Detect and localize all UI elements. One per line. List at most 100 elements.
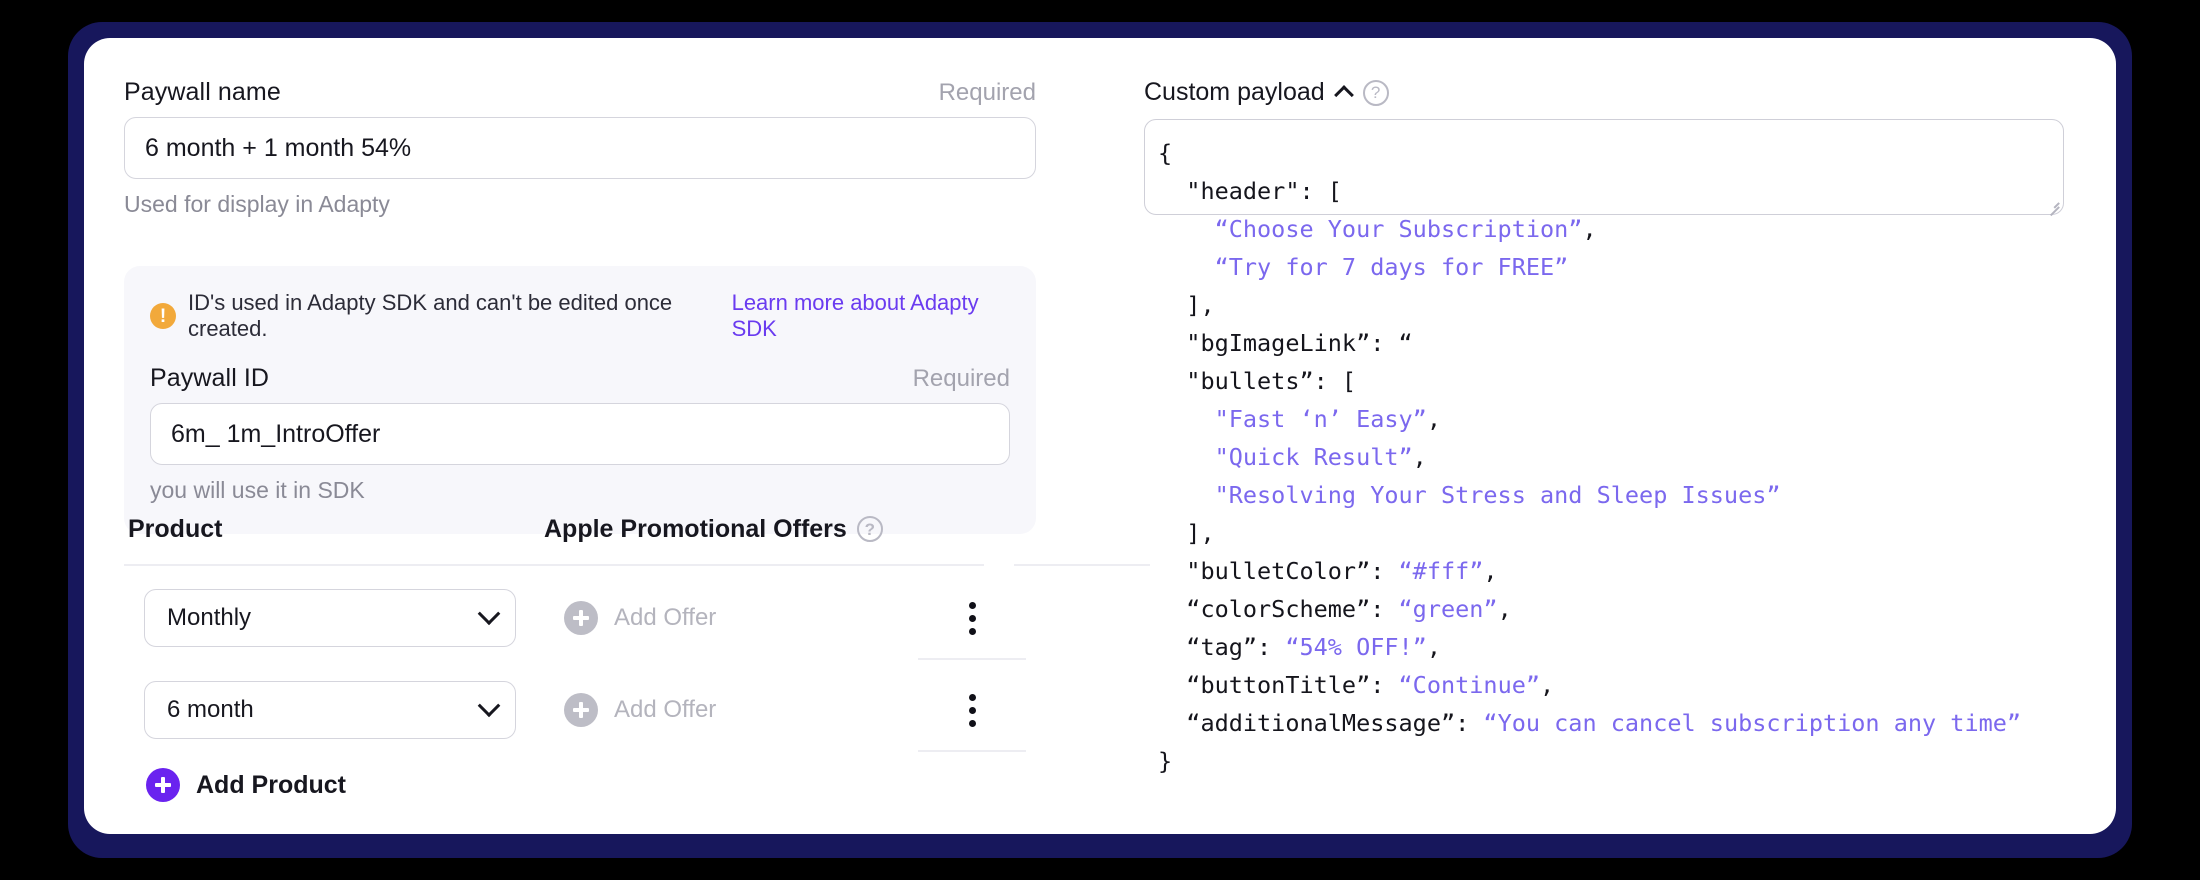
warning-icon: ! (150, 303, 176, 329)
custom-payload-header: Custom payload ? (1144, 78, 2084, 107)
code-token: } (1158, 747, 1173, 775)
products-section: Product Apple Promotional Offers ? Month… (124, 508, 1154, 802)
code-line: "bgImageLink”: “ (1158, 324, 2116, 362)
code-string: “You can cancel subscription any time” (1483, 709, 2022, 737)
code-string: "Quick Result” (1214, 443, 1413, 471)
plus-circle-brand-icon (146, 768, 180, 802)
code-token: , (1426, 405, 1441, 433)
add-offer-button-0[interactable]: Add Offer (564, 601, 904, 635)
table-row: 6 month Add Offer (124, 670, 1154, 752)
code-line: { (1158, 134, 2116, 172)
add-product-label: Add Product (196, 770, 346, 799)
paywall-id-label: Paywall ID (150, 364, 270, 392)
chevron-down-icon (477, 602, 501, 626)
code-token: , (1412, 443, 1427, 471)
code-token: “tag”: (1186, 633, 1286, 661)
add-offer-label-0: Add Offer (614, 604, 717, 631)
chevron-up-icon[interactable] (1333, 84, 1354, 105)
code-line: ], (1158, 514, 2116, 552)
question-circle-icon[interactable]: ? (1362, 79, 1389, 106)
code-line: “buttonTitle”: “Continue”, (1158, 666, 2116, 704)
code-line: "Resolving Your Stress and Sleep Issues” (1158, 476, 2116, 514)
paywall-name-required-tag: Required (938, 79, 1036, 106)
paywall-id-header: Paywall ID Required (150, 364, 1010, 393)
plus-circle-icon (564, 693, 598, 727)
code-line: “Try for 7 days for FREE” (1158, 248, 2116, 286)
paywall-id-helper: you will use it in SDK (150, 477, 365, 503)
product-select-0-value: Monthly (167, 604, 252, 631)
code-token: "bgImageLink”: “ (1186, 329, 1413, 357)
code-token: ], (1186, 519, 1215, 547)
code-line: “colorScheme”: “green”, (1158, 590, 2116, 628)
code-line: ], (1158, 286, 2116, 324)
code-string: “54% OFF!” (1285, 633, 1427, 661)
code-string: “Try for 7 days for FREE” (1214, 253, 1569, 281)
column-header-offers: Apple Promotional Offers ? (544, 515, 1154, 544)
paywall-editor-card: Paywall name Required 6 month + 1 month … (84, 38, 2116, 834)
paywall-id-panel: ! ID's used in Adapty SDK and can't be e… (124, 266, 1036, 534)
code-string: "Resolving Your Stress and Sleep Issues” (1214, 481, 1781, 509)
plus-circle-icon (564, 601, 598, 635)
sdk-note: ! ID's used in Adapty SDK and can't be e… (150, 290, 1010, 342)
code-token: “colorScheme”: (1186, 595, 1399, 623)
code-string: “#fff” (1398, 557, 1484, 585)
screen: Paywall name Required 6 month + 1 month … (0, 0, 2200, 880)
code-line: "Fast ‘n’ Easy”, (1158, 400, 2116, 438)
custom-payload-code[interactable]: { "header": [ “Choose Your Subscription”… (1158, 134, 2116, 780)
code-line: "header": [ (1158, 172, 2116, 210)
code-line: "bullets”: [ (1158, 362, 2116, 400)
question-circle-icon[interactable]: ? (856, 516, 883, 542)
product-select-0[interactable]: Monthly (144, 589, 516, 647)
code-token: "header": [ (1186, 177, 1342, 205)
code-token: "bullets”: [ (1186, 367, 1357, 395)
code-line: "bulletColor”: “#fff”, (1158, 552, 2116, 590)
paywall-name-label: Paywall name (124, 78, 281, 106)
code-token: , (1582, 215, 1597, 243)
kebab-menu-icon (968, 601, 976, 635)
code-line: "Quick Result”, (1158, 438, 2116, 476)
product-select-1[interactable]: 6 month (144, 681, 516, 739)
code-token: , (1497, 595, 1512, 623)
code-string: “green” (1398, 595, 1498, 623)
code-string: "Fast ‘n’ Easy” (1214, 405, 1427, 433)
paywall-id-required-tag: Required (912, 365, 1010, 392)
products-header-divider (124, 564, 984, 566)
add-offer-button-1[interactable]: Add Offer (564, 693, 904, 727)
code-token: , (1540, 671, 1555, 699)
code-line: “additionalMessage”: “You can cancel sub… (1158, 704, 2116, 742)
row-menu-button-1[interactable] (904, 670, 1040, 752)
products-table-header: Product Apple Promotional Offers ? (124, 508, 1154, 550)
products-header-divider-right (1014, 564, 1150, 566)
row-divider-1 (918, 750, 1026, 752)
product-select-1-value: 6 month (167, 696, 254, 723)
paywall-name-section: Paywall name Required 6 month + 1 month … (124, 78, 1044, 218)
code-line: “tag”: “54% OFF!”, (1158, 628, 2116, 666)
custom-payload-title: Custom payload (1144, 78, 1325, 106)
code-string: “Continue” (1398, 671, 1541, 699)
code-token: , (1426, 633, 1441, 661)
code-token: { (1158, 139, 1173, 167)
paywall-name-input[interactable]: 6 month + 1 month 54% (124, 117, 1036, 179)
paywall-name-header: Paywall name Required (124, 78, 1036, 107)
learn-more-link[interactable]: Learn more about Adapty SDK (732, 290, 1010, 342)
code-token: "bulletColor”: (1186, 557, 1399, 585)
column-header-offers-label: Apple Promotional Offers (544, 514, 847, 543)
code-token: “buttonTitle”: (1186, 671, 1399, 699)
table-row: Monthly Add Offer (124, 578, 1154, 660)
code-token: ], (1186, 291, 1215, 319)
code-token: “additionalMessage”: (1186, 709, 1484, 737)
paywall-name-helper: Used for display in Adapty (124, 191, 390, 217)
add-product-button[interactable]: Add Product (146, 768, 1154, 802)
code-line: “Choose Your Subscription”, (1158, 210, 2116, 248)
chevron-down-icon (477, 694, 501, 718)
code-line: } (1158, 742, 2116, 780)
code-token: , (1483, 557, 1498, 585)
code-string: “Choose Your Subscription” (1214, 215, 1583, 243)
kebab-menu-icon (968, 693, 976, 727)
row-menu-button-0[interactable] (904, 578, 1040, 660)
column-header-product: Product (128, 514, 223, 543)
row-divider-0 (918, 658, 1026, 660)
add-offer-label-1: Add Offer (614, 696, 717, 723)
sdk-note-text: ID's used in Adapty SDK and can't be edi… (188, 290, 673, 341)
paywall-id-input[interactable]: 6m_ 1m_IntroOffer (150, 403, 1010, 465)
